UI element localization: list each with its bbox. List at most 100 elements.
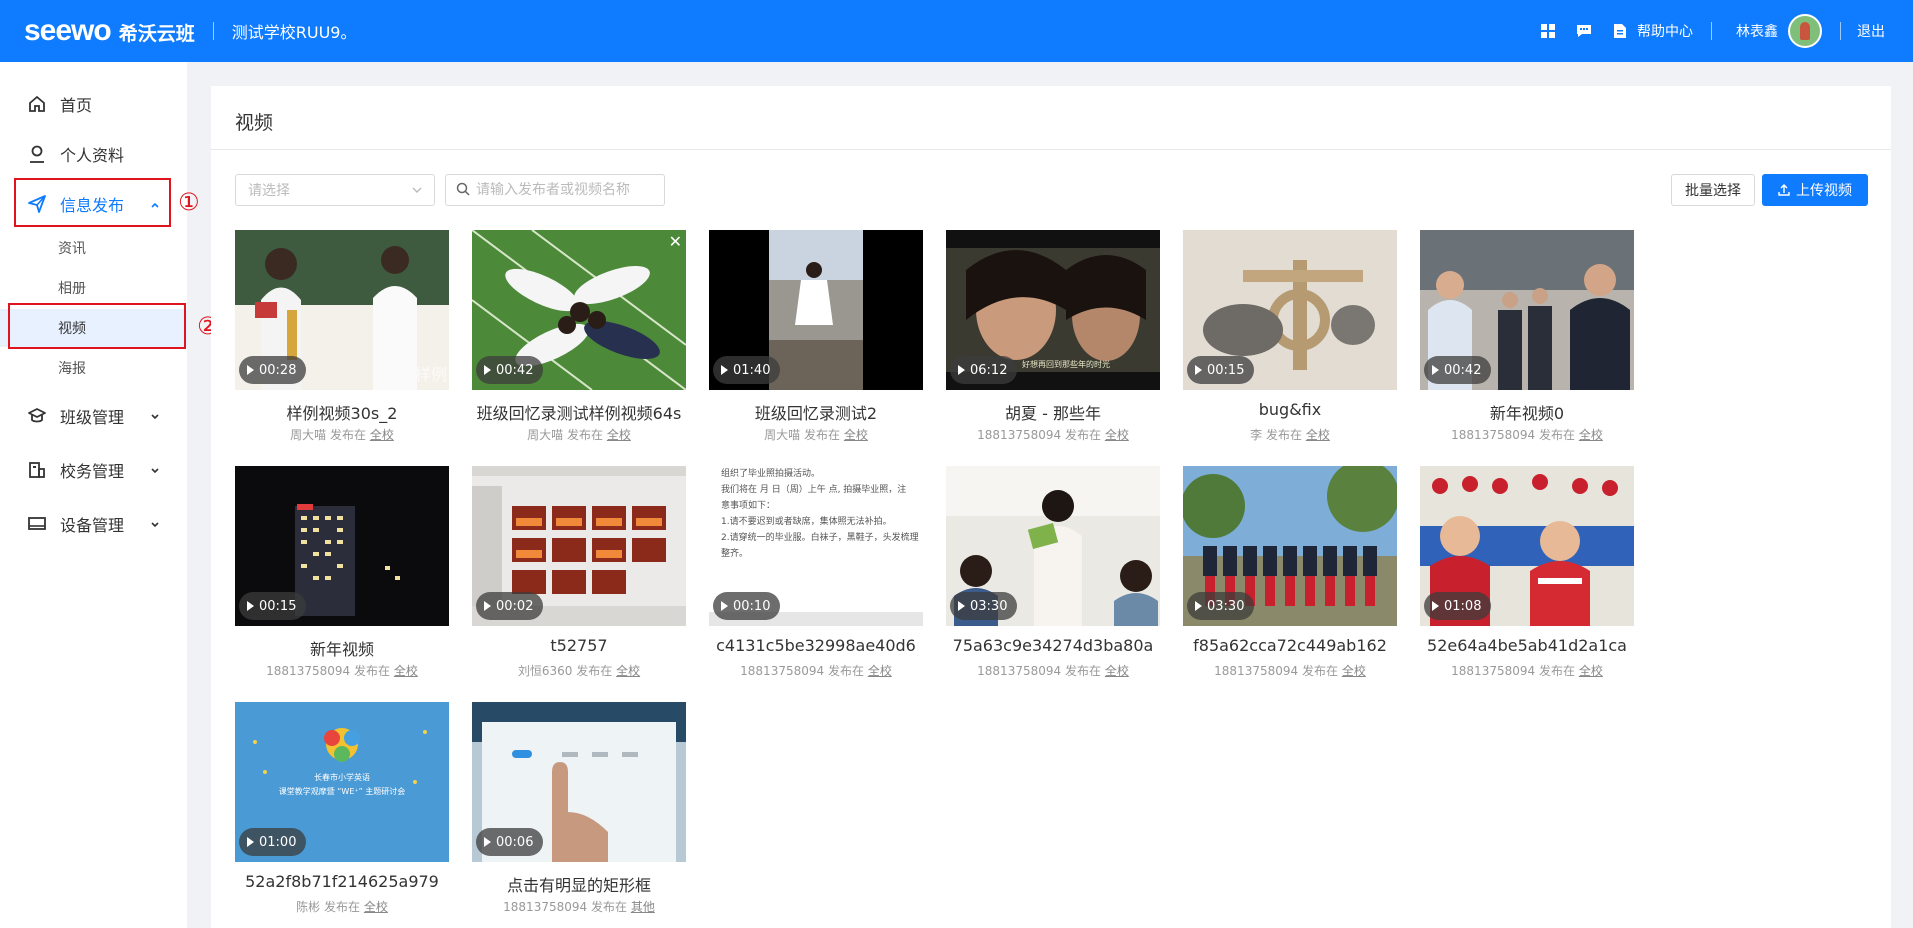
- location-link[interactable]: 全校: [1579, 664, 1603, 678]
- sidebar-subitem-news[interactable]: 资讯: [0, 229, 187, 267]
- app-name: 希沃云班: [118, 23, 195, 45]
- duration: 00:15: [259, 598, 297, 614]
- sidebar-item-home[interactable]: 首页: [0, 82, 187, 126]
- video-title[interactable]: c4131c5be32998ae40d6: [699, 636, 933, 655]
- video-thumbnail[interactable]: 03:30: [1183, 466, 1397, 626]
- location-link[interactable]: 其他: [631, 900, 655, 914]
- video-thumbnail[interactable]: 03:30: [946, 466, 1160, 626]
- video-thumbnail[interactable]: 01:08: [1420, 466, 1634, 626]
- video-title[interactable]: 样例视频30s_2: [225, 400, 459, 424]
- video-title[interactable]: 班级回忆录测试样例视频64s: [462, 400, 696, 424]
- location-link[interactable]: 全校: [868, 664, 892, 678]
- search-box[interactable]: [445, 174, 665, 206]
- video-thumbnail[interactable]: 组织了毕业照拍摄活动。 我们将在 月 日（周）上午 点, 拍摄毕业照，注 意事项…: [709, 466, 923, 626]
- video-title[interactable]: f85a62cca72c449ab162: [1173, 636, 1407, 655]
- video-thumbnail[interactable]: 00:42: [1420, 230, 1634, 390]
- sidebar-item-label: 首页: [60, 96, 93, 115]
- video-meta: 18813758094 发布在 全校: [699, 662, 933, 679]
- duration-badge: 01:00: [239, 828, 307, 856]
- batch-select-button[interactable]: 批量选择: [1671, 174, 1755, 206]
- duration-badge: 00:02: [476, 592, 544, 620]
- duration-badge: 01:08: [1424, 592, 1492, 620]
- location-link[interactable]: 全校: [1579, 428, 1603, 442]
- duration: 00:42: [1444, 362, 1482, 378]
- video-meta: 18813758094 发布在 其他: [462, 898, 696, 915]
- play-icon: [721, 601, 728, 611]
- message-icon[interactable]: [1573, 20, 1595, 42]
- publisher: 周大喵: [527, 428, 564, 442]
- divider: [211, 149, 1891, 150]
- video-meta: 周大喵 发布在 全校: [699, 426, 933, 443]
- video-title[interactable]: 新年视频0: [1410, 400, 1644, 424]
- published-at-label: 发布在: [1064, 664, 1101, 678]
- location-link[interactable]: 全校: [370, 428, 394, 442]
- video-title[interactable]: bug&fix: [1173, 400, 1407, 419]
- category-select[interactable]: 请选择: [235, 174, 435, 206]
- play-icon: [484, 601, 491, 611]
- sidebar-item-school-affairs[interactable]: 校务管理: [0, 448, 187, 492]
- logout-button[interactable]: 退出: [1857, 21, 1885, 41]
- search-input[interactable]: [476, 182, 656, 198]
- sidebar-item-device-management[interactable]: 设备管理: [0, 502, 187, 546]
- video-title[interactable]: 新年视频: [225, 636, 459, 660]
- avatar[interactable]: [1788, 14, 1822, 48]
- video-thumbnail[interactable]: 00:15: [1183, 230, 1397, 390]
- location-link[interactable]: 全校: [844, 428, 868, 442]
- location-link[interactable]: 全校: [1342, 664, 1366, 678]
- video-meta: 18813758094 发布在 全校: [225, 662, 459, 679]
- video-thumbnail[interactable]: 00:02: [472, 466, 686, 626]
- location-link[interactable]: 全校: [364, 900, 388, 914]
- school-name[interactable]: 测试学校RUU9。: [232, 19, 357, 43]
- video-thumbnail[interactable]: 好想再回到那些年的时光 06:12: [946, 230, 1160, 390]
- location-link[interactable]: 全校: [616, 664, 640, 678]
- apps-grid-icon[interactable]: [1537, 20, 1559, 42]
- video-thumbnail[interactable]: ✕ 00:42: [472, 230, 686, 390]
- video-title[interactable]: 胡夏 - 那些年: [936, 400, 1170, 424]
- video-thumbnail[interactable]: 01:40: [709, 230, 923, 390]
- sidebar-subitem-album[interactable]: 相册: [0, 269, 187, 307]
- chevron-down-icon: [149, 408, 161, 427]
- publisher: 李: [1250, 428, 1263, 442]
- video-thumbnail[interactable]: 00:15: [235, 466, 449, 626]
- brand[interactable]: seewo 希沃云班: [24, 14, 195, 48]
- sidebar-item-profile[interactable]: 个人资料: [0, 132, 187, 176]
- svg-text:2.请穿统一的毕业服。白袜子，黑鞋子，头发梳理: 2.请穿统一的毕业服。白袜子，黑鞋子，头发梳理: [721, 531, 919, 543]
- user-name[interactable]: 林表鑫: [1736, 21, 1778, 41]
- duration-badge: 00:28: [239, 356, 307, 384]
- location-link[interactable]: 全校: [607, 428, 631, 442]
- video-title[interactable]: 班级回忆录测试2: [699, 400, 933, 424]
- video-thumbnail[interactable]: 00:06: [472, 702, 686, 862]
- sidebar-subitem-poster[interactable]: 海报: [0, 349, 187, 387]
- upload-video-button[interactable]: 上传视频: [1762, 174, 1868, 206]
- duration-badge: 06:12: [950, 356, 1018, 384]
- sidebar-item-class-management[interactable]: 班级管理: [0, 394, 187, 438]
- play-icon: [1195, 601, 1202, 611]
- published-at-label: 发布在: [590, 900, 627, 914]
- divider: [1840, 22, 1841, 40]
- sidebar-item-label: 班级管理: [60, 408, 125, 427]
- location-link[interactable]: 全校: [1105, 428, 1129, 442]
- video-thumbnail[interactable]: 长春市小学英语 课堂教学观摩暨 “WE⁺” 主题研讨会 01:00: [235, 702, 449, 862]
- video-title[interactable]: 52a2f8b71f214625a979: [225, 872, 459, 891]
- sidebar-item-label: 个人资料: [60, 146, 125, 165]
- play-icon: [247, 837, 254, 847]
- document-icon: [1609, 20, 1631, 42]
- svg-text:整齐。: 整齐。: [721, 547, 748, 559]
- location-link[interactable]: 全校: [1306, 428, 1330, 442]
- video-meta: 周大喵 发布在 全校: [462, 426, 696, 443]
- close-icon[interactable]: ✕: [669, 232, 682, 251]
- sidebar-item-label: 海报: [58, 361, 86, 377]
- video-thumbnail[interactable]: 样例 00:28: [235, 230, 449, 390]
- user-icon: [26, 143, 48, 165]
- brand-logo: seewo: [24, 14, 112, 47]
- location-link[interactable]: 全校: [1105, 664, 1129, 678]
- video-title[interactable]: t52757: [462, 636, 696, 655]
- duration: 03:30: [1207, 598, 1245, 614]
- video-title[interactable]: 点击有明显的矩形框: [462, 872, 696, 896]
- video-title[interactable]: 52e64a4be5ab41d2a1ca: [1410, 636, 1644, 655]
- help-center-link[interactable]: 帮助中心: [1609, 20, 1693, 42]
- duration: 00:28: [259, 362, 297, 378]
- location-link[interactable]: 全校: [394, 664, 418, 678]
- video-title[interactable]: 75a63c9e34274d3ba80a: [936, 636, 1170, 655]
- publisher: 周大喵: [290, 428, 327, 442]
